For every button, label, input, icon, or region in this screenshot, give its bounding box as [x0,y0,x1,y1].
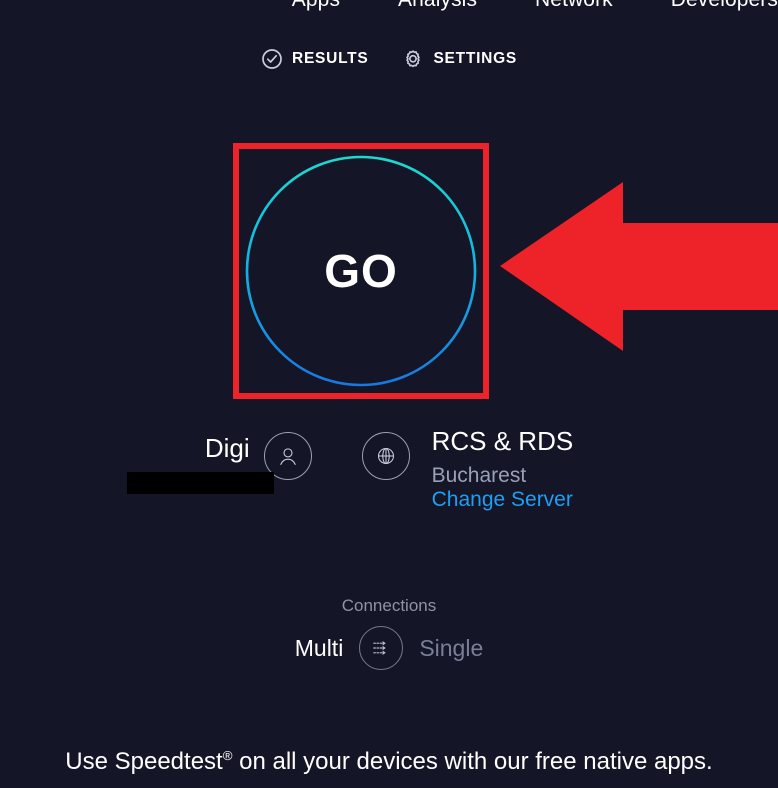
results-label: RESULTS [292,50,369,67]
server-text: RCS & RDS Bucharest Change Server [431,426,574,512]
connections-toggle[interactable]: Multi Single [0,626,778,670]
server-block: RCS & RDS Bucharest Change Server [361,426,574,512]
connections-label: Connections [341,596,437,615]
redacted-ip-bar [126,472,274,494]
isp-name: Digi [204,433,250,463]
promo-headline-prefix: Use Speedtest [65,748,223,775]
top-navigation: Apps Analysis Network Developers [0,0,778,14]
nav-item-network[interactable]: Network [535,0,613,12]
settings-label: SETTINGS [433,50,517,67]
server-name: RCS & RDS [431,426,574,456]
sub-navigation: RESULTS SETTINGS [0,48,778,70]
annotation-arrow-left-icon [500,170,778,360]
nav-item-analysis[interactable]: Analysis [398,0,477,12]
gear-icon [402,48,424,70]
isp-text: Digi [126,428,274,494]
promo-headline-suffix: on all your devices with our free native… [232,748,713,775]
isp-server-row: Digi RCS & RDS Bucharest Change Server [0,426,778,512]
results-button[interactable]: RESULTS [261,48,368,70]
check-circle-icon [261,48,283,70]
settings-button[interactable]: SETTINGS [402,48,517,70]
nav-item-apps[interactable]: Apps [292,0,340,12]
isp-block: Digi [126,428,312,494]
go-button-region: GO [233,143,489,399]
server-city: Bucharest [431,464,527,488]
connections-section: Connections Multi Single [0,596,778,670]
multi-arrows-icon[interactable] [359,626,404,670]
go-button-label: GO [324,245,398,297]
connections-single-label[interactable]: Single [419,635,483,662]
nav-item-developers[interactable]: Developers [671,0,778,12]
registered-trademark-icon: ® [222,748,233,763]
promo-section: Use Speedtest® on all your devices with … [0,748,778,788]
change-server-link[interactable]: Change Server [432,488,573,511]
speedtest-page: Apps Analysis Network Developers RESULTS [0,0,778,788]
connections-multi-label[interactable]: Multi [295,635,344,662]
promo-headline: Use Speedtest® on all your devices with … [0,748,778,776]
globe-icon[interactable] [361,432,410,480]
